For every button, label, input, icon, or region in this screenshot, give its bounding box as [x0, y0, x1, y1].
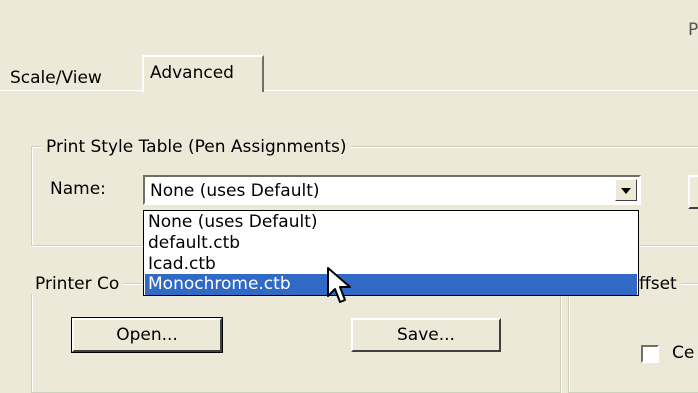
open-button[interactable]: Open...	[71, 317, 223, 353]
tab-advanced[interactable]: Advanced	[142, 55, 264, 92]
center-checkbox-label: Ce	[672, 343, 695, 363]
printer-config-legend: Printer Co	[31, 274, 124, 294]
print-style-dropdown-list[interactable]: None (uses Default) default.ctb Icad.ctb…	[143, 210, 639, 296]
name-label: Name:	[50, 179, 106, 199]
dropdown-option-default-ctb[interactable]: default.ctb	[145, 233, 637, 254]
tab-strip-divider	[0, 90, 698, 91]
dropdown-arrow-icon[interactable]	[615, 179, 637, 201]
dropdown-option-none[interactable]: None (uses Default)	[145, 212, 637, 233]
window-title-fragment: P	[688, 20, 698, 40]
dropdown-option-icad-ctb[interactable]: Icad.ctb	[145, 254, 637, 275]
side-button-partial[interactable]	[688, 175, 698, 209]
offset-legend: ffset	[635, 274, 681, 294]
combobox-value: None (uses Default)	[150, 181, 320, 201]
print-style-combobox[interactable]: None (uses Default)	[143, 175, 641, 205]
offset-groupbox	[568, 283, 698, 393]
center-checkbox[interactable]	[641, 345, 659, 363]
dropdown-option-monochrome-ctb[interactable]: Monochrome.ctb	[145, 274, 637, 295]
print-style-legend: Print Style Table (Pen Assignments)	[42, 137, 351, 157]
tab-scale-view[interactable]: Scale/View	[4, 66, 108, 90]
save-button[interactable]: Save...	[351, 318, 501, 352]
mouse-cursor-icon	[327, 267, 351, 303]
